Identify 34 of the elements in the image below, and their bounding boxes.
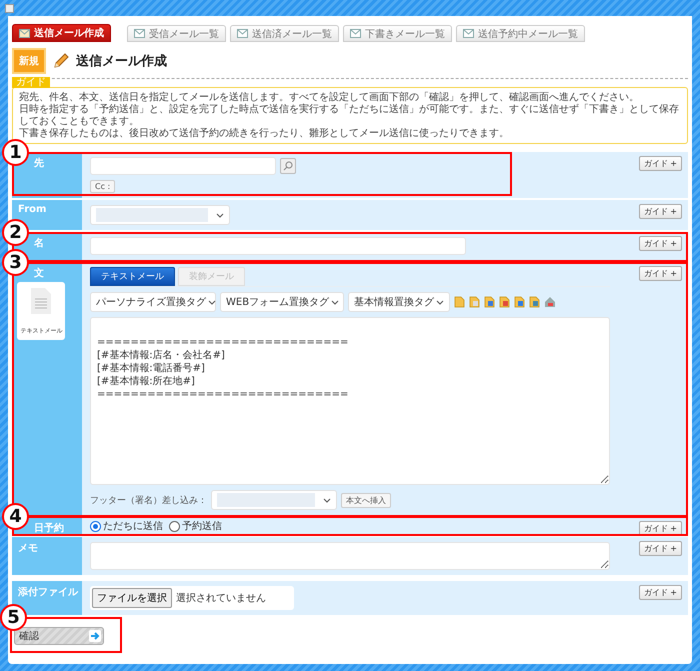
nav-tab[interactable]: 下書きメール一覧 [343,25,452,42]
tag-select[interactable]: パーソナライズ置換タグ [90,292,216,312]
nav-tab[interactable]: 受信メール一覧 [127,25,226,42]
nav-tab[interactable]: 送信予約中メール一覧 [456,25,585,42]
page-title: 送信メール作成 [76,53,167,70]
guide-text: 日時を指定する「予約送信」と、設定を完了した時点で送信を実行する「ただちに送信」が可能です。また、すぐに送信せず「下書き」として保存しておくこともできます。 [19,104,680,128]
send-option[interactable]: 予約送信 [169,519,222,533]
file-button[interactable]: ファイルを選択 [92,588,172,608]
step-number: 4 [2,503,29,530]
row-label: メモ [12,537,82,575]
guide-button[interactable]: ガイド + [638,541,682,556]
guide-button[interactable]: ガイド + [638,266,682,281]
new-badge: 新規 [12,48,46,74]
guide-text: 宛先、件名、本文、送信日を指定してメールを送信します。すべてを設定して画面下部の「確認」を押して、確認画面へ進んでください。 [19,92,640,104]
confirm-button[interactable]: 確認 [14,627,104,645]
cc-button[interactable]: Cc : [90,180,116,193]
body-field[interactable]: ============================== [#基本情報:店名・会社名#] [#基本情報:電話番号#] [#基本情報:所在地#] ============================== [90,317,610,485]
guide-button[interactable]: ガイド + [638,585,682,600]
send-option[interactable]: ただちに送信 [90,519,163,533]
guide-button[interactable]: ガイド + [638,236,682,251]
step-number: 3 [2,249,29,276]
guide-button[interactable]: ガイド + [638,204,682,219]
guide-tag: ガイド [12,77,50,88]
tag-select[interactable]: WEBフォーム置換タグ [220,292,344,312]
file-status: 選択されていません [176,592,266,605]
nav-tab[interactable]: 送信済メール一覧 [230,25,339,42]
tag-select[interactable]: 基本情報置換タグ [348,292,450,312]
guide-button[interactable]: ガイド + [638,156,682,171]
footer-label: フッター（署名）差し込み： [90,494,207,506]
file-field[interactable]: ファイルを選択 選択されていません [90,586,294,610]
mail-type-tab[interactable]: テキストメール [90,267,175,286]
guide-text: 下書き保存したものは、後日改めて送信予約の続きを行ったり、雛形としてメール送信に使ったりできます。 [19,128,510,140]
nav-tab[interactable]: 送信メール作成 [12,24,111,42]
insert-button[interactable]: 本文へ挿入 [341,492,391,508]
